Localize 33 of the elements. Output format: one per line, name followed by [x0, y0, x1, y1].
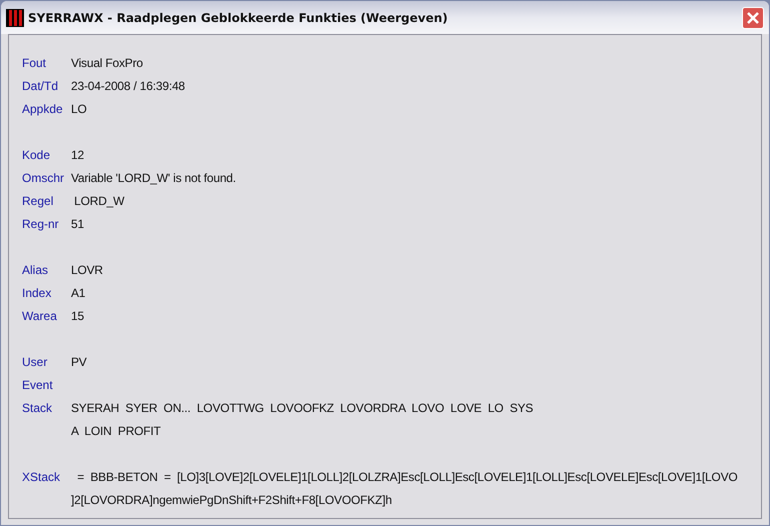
- field-value: = BBB-BETON = [LO]3[LOVE]2[LOVELE]1[LOLL]2[LOLZRA]Esc[LOLL]Esc[LOVELE]1[LOLL]Esc[LOVELE]Esc[LOVE]1[LOVO: [76, 469, 738, 486]
- field-label: User: [22, 354, 48, 371]
- close-button[interactable]: [742, 6, 764, 28]
- field-value: 12: [71, 147, 84, 164]
- field-value: LORD_W: [73, 193, 124, 210]
- field-label: Reg-nr: [22, 216, 60, 233]
- field-label: Regel: [22, 193, 54, 210]
- window-title: SYERRAWX - Raadplegen Geblokkeerde Funkties (Weergeven): [28, 10, 448, 26]
- field-label: Kode: [22, 147, 52, 164]
- field-label: Alias: [22, 262, 50, 279]
- field-label: Fout: [22, 55, 48, 72]
- field-value: Visual FoxPro: [71, 55, 143, 72]
- field-label: Stack: [22, 400, 54, 417]
- field-value: SYERAH SYER ON... LOVOTTWG LOVOOFKZ LOVORDRA LOVO LOVE LO SYS: [71, 400, 534, 417]
- field-value: LOVR: [71, 262, 103, 279]
- field-value: PV: [71, 354, 87, 371]
- close-icon: [746, 10, 760, 24]
- field-value: Variable 'LORD_W' is not found.: [71, 170, 236, 187]
- field-label: Index: [22, 285, 52, 302]
- field-value: 15: [71, 308, 84, 325]
- field-label: Omschr: [22, 170, 65, 187]
- field-label: Event: [22, 377, 54, 394]
- field-value: A1: [71, 285, 86, 302]
- field-value: LO: [71, 101, 87, 118]
- field-value: 51: [71, 216, 84, 233]
- field-label: Appkde: [22, 101, 64, 118]
- app-icon: [6, 8, 24, 26]
- field-label: Dat/Td: [22, 78, 60, 95]
- field-value: A LOIN PROFIT: [71, 423, 162, 440]
- field-label: XStack: [22, 469, 62, 486]
- field-value: ]2[LOVORDRA]ngemwiePgDnShift+F2Shift+F8[LOVOOFKZ]h: [71, 492, 393, 509]
- field-value: 23-04-2008 / 16:39:48: [71, 78, 185, 95]
- field-label: Warea: [22, 308, 58, 325]
